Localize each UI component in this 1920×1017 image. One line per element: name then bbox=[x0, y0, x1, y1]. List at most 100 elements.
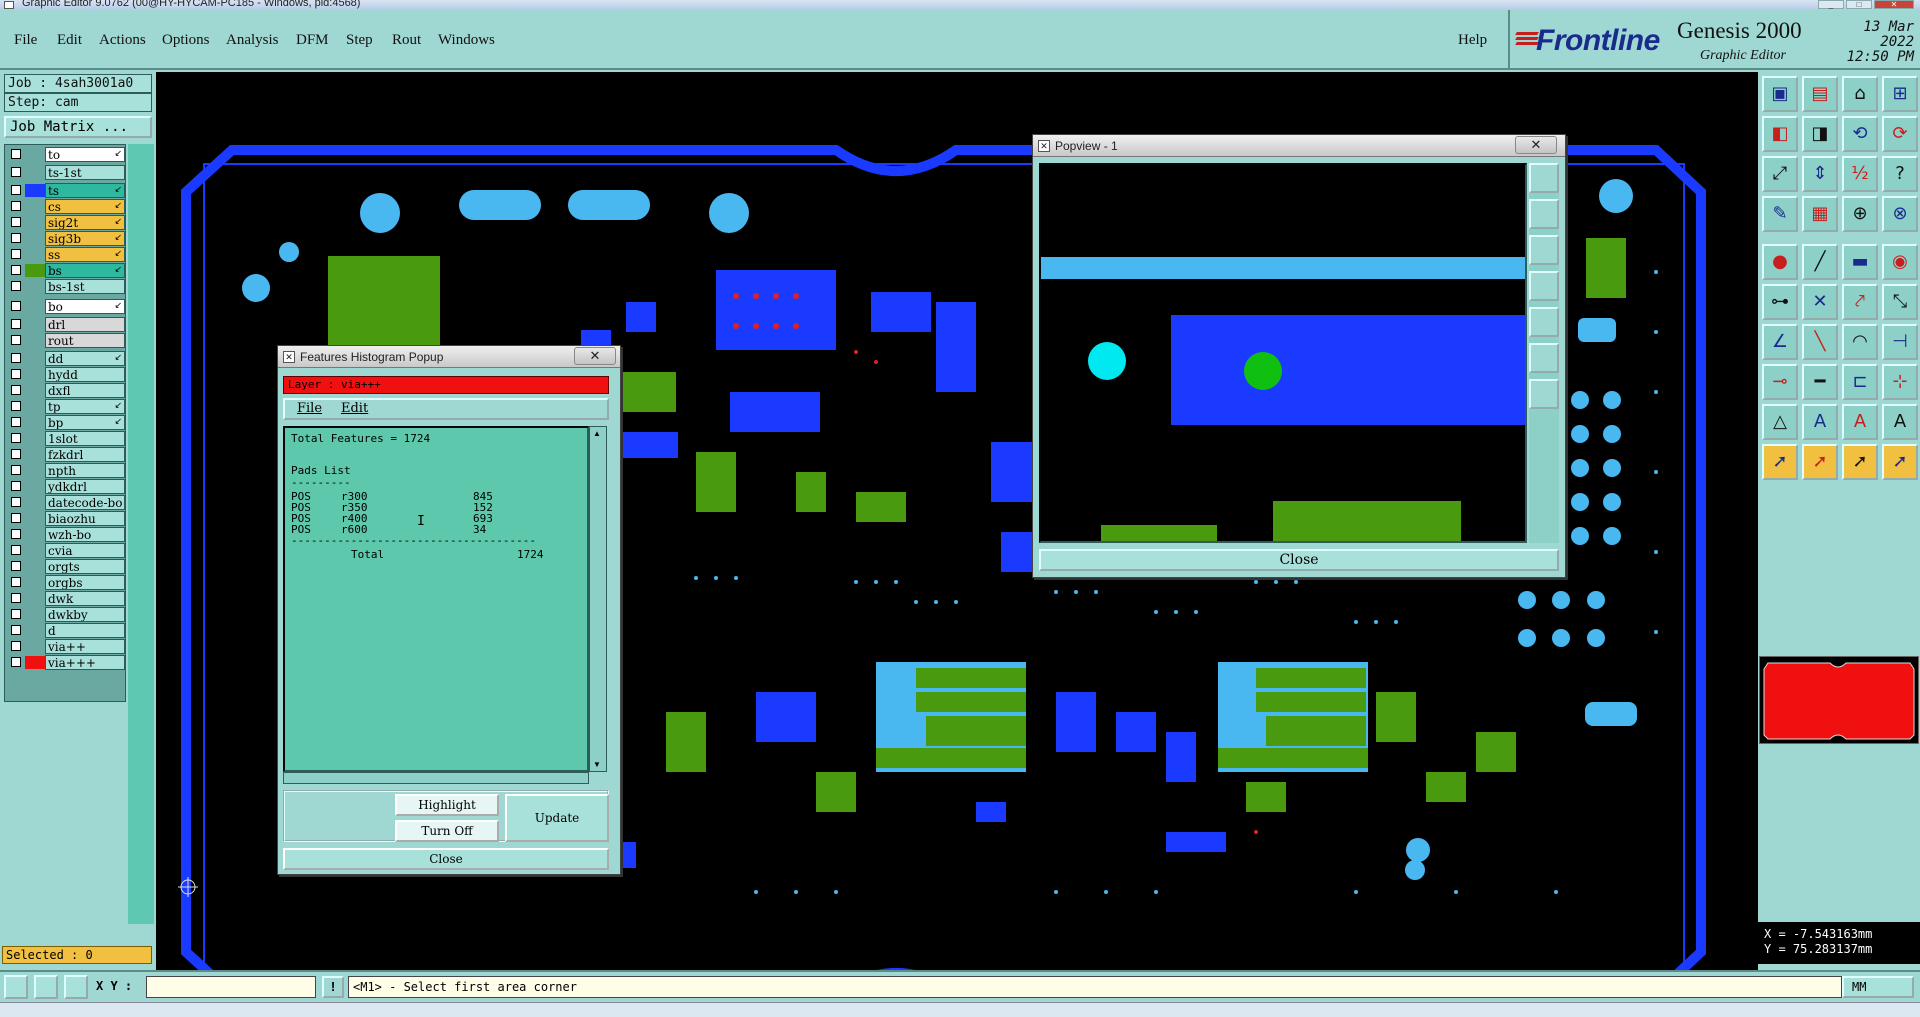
layer-name[interactable]: via++ bbox=[45, 639, 125, 654]
layer-checkbox[interactable] bbox=[11, 265, 21, 275]
zoom-back-icon[interactable]: ⟲ bbox=[1842, 116, 1878, 152]
layer-checkbox[interactable] bbox=[11, 353, 21, 363]
layer-name[interactable]: d bbox=[45, 623, 125, 638]
layer-checkbox[interactable] bbox=[11, 609, 21, 619]
dialog-title-bar[interactable]: ✕ Features Histogram Popup ✕ bbox=[278, 346, 620, 368]
fit-height-icon[interactable]: ⇕ bbox=[1802, 156, 1838, 192]
maximize-button[interactable]: □ bbox=[1846, 0, 1872, 9]
window-icon[interactable]: ⊞ bbox=[1882, 76, 1918, 112]
menu-step[interactable]: Step bbox=[346, 32, 373, 49]
cross-icon[interactable]: ✕ bbox=[1802, 284, 1838, 320]
text-a-icon[interactable]: A bbox=[1802, 404, 1838, 440]
layer-arrow-icon[interactable]: ↙ bbox=[114, 232, 122, 243]
report-vertical-scrollbar[interactable]: ▲ ▼ bbox=[589, 426, 607, 772]
zoom-in-icon[interactable] bbox=[1529, 199, 1559, 229]
grid-view-icon[interactable]: ▦ bbox=[1802, 196, 1838, 232]
layer-name[interactable]: bs bbox=[45, 263, 125, 278]
dialog-close-x[interactable]: ✕ bbox=[574, 347, 616, 365]
layer-name[interactable]: drl bbox=[45, 317, 125, 332]
layer-row[interactable]: bs ↙ bbox=[7, 263, 125, 278]
layer-arrow-icon[interactable]: ↙ bbox=[114, 400, 122, 411]
layer-arrow-icon[interactable]: ↙ bbox=[114, 300, 122, 311]
pan-left-icon[interactable]: ◧ bbox=[1762, 116, 1798, 152]
menu-rout[interactable]: Rout bbox=[392, 32, 421, 49]
layer-row[interactable]: d bbox=[7, 623, 125, 638]
report-horizontal-scrollbar[interactable] bbox=[283, 772, 589, 784]
help-icon[interactable]: ? bbox=[1882, 156, 1918, 192]
layer-arrow-icon[interactable]: ↙ bbox=[114, 216, 122, 227]
layer-row[interactable]: dd ↙ bbox=[7, 351, 125, 366]
layer-name[interactable]: ts-1st bbox=[45, 165, 125, 180]
layer-row[interactable]: dwk bbox=[7, 591, 125, 606]
layer-name[interactable]: hydd bbox=[45, 367, 125, 382]
zoom-home-icon[interactable]: ▣ bbox=[1762, 76, 1798, 112]
text-a2-icon[interactable]: A bbox=[1842, 404, 1878, 440]
layer-arrow-icon[interactable]: ↙ bbox=[114, 352, 122, 363]
layer-checkbox[interactable] bbox=[11, 417, 21, 427]
fit-screen-icon[interactable]: ⤢ bbox=[1762, 156, 1798, 192]
layer-checkbox[interactable] bbox=[11, 625, 21, 635]
job-matrix-button[interactable]: Job Matrix ... bbox=[4, 116, 152, 138]
layer-row[interactable]: via++ bbox=[7, 639, 125, 654]
layer-name[interactable]: orgbs bbox=[45, 575, 125, 590]
layer-name[interactable]: dxfl bbox=[45, 383, 125, 398]
snap-pads-icon[interactable]: ⊕ bbox=[1842, 196, 1878, 232]
snap-icon[interactable] bbox=[4, 975, 28, 999]
close-window-button[interactable]: ✕ bbox=[1874, 0, 1914, 9]
layer-name[interactable]: ss bbox=[45, 247, 125, 262]
arc-icon[interactable]: ◠ bbox=[1842, 324, 1878, 360]
layer-row[interactable]: to ↙ bbox=[7, 147, 125, 162]
zoom-in-icon[interactable]: ▤ bbox=[1802, 76, 1838, 112]
zoom-area-icon[interactable] bbox=[1529, 379, 1559, 409]
layer-arrow-icon[interactable]: ↙ bbox=[114, 148, 122, 159]
menu-windows[interactable]: Windows bbox=[438, 32, 495, 49]
layer-row[interactable]: hydd bbox=[7, 367, 125, 382]
connect-icon[interactable]: ⊶ bbox=[1762, 284, 1798, 320]
layer-checkbox[interactable] bbox=[11, 185, 21, 195]
menu-file[interactable]: File bbox=[14, 32, 37, 49]
layer-checkbox[interactable] bbox=[11, 401, 21, 411]
layer-checkbox[interactable] bbox=[11, 529, 21, 539]
layer-checkbox[interactable] bbox=[11, 167, 21, 177]
layer-row[interactable]: sig3b ↙ bbox=[7, 231, 125, 246]
layer-row[interactable]: orgbs bbox=[7, 575, 125, 590]
layer-arrow-icon[interactable]: ↙ bbox=[114, 200, 122, 211]
layer-row[interactable]: fzkdrl bbox=[7, 447, 125, 462]
layer-name[interactable]: orgts bbox=[45, 559, 125, 574]
fit-icon[interactable] bbox=[1529, 343, 1559, 373]
layer-name[interactable]: via+++ bbox=[45, 655, 125, 670]
scale-icon[interactable]: ½ bbox=[1842, 156, 1878, 192]
layer-checkbox[interactable] bbox=[11, 335, 21, 345]
exclamation-button[interactable]: ! bbox=[322, 976, 344, 998]
layer-name[interactable]: biaozhu bbox=[45, 511, 125, 526]
layer-checkbox[interactable] bbox=[11, 281, 21, 291]
ruler-icon[interactable]: ▬ bbox=[1842, 244, 1878, 280]
trace-icon[interactable]: ━ bbox=[1802, 364, 1838, 400]
grid-icon[interactable] bbox=[64, 975, 88, 999]
popview-canvas[interactable] bbox=[1039, 163, 1527, 543]
layer-name[interactable]: tp bbox=[45, 399, 125, 414]
layer-name[interactable]: sig3b bbox=[45, 231, 125, 246]
route-icon[interactable]: ⤤ bbox=[1842, 284, 1878, 320]
menu-edit[interactable]: Edit bbox=[57, 32, 82, 49]
layer-checkbox[interactable] bbox=[11, 301, 21, 311]
popview-title-bar[interactable]: ✕ Popview - 1 ✕ bbox=[1033, 135, 1565, 157]
layer-checkbox[interactable] bbox=[11, 545, 21, 555]
pan-right-icon[interactable] bbox=[1529, 307, 1559, 337]
select-icon[interactable]: ● bbox=[1762, 244, 1798, 280]
layer-arrow-icon[interactable]: ↙ bbox=[114, 264, 122, 275]
layer-checkbox[interactable] bbox=[11, 217, 21, 227]
net-icon[interactable]: ⊸ bbox=[1762, 364, 1798, 400]
minimize-button[interactable]: _ bbox=[1818, 0, 1844, 9]
layer-name[interactable]: wzh-bo bbox=[45, 527, 125, 542]
menu-options[interactable]: Options bbox=[162, 32, 210, 49]
histogram-close-button[interactable]: Close bbox=[283, 848, 609, 870]
layer-name[interactable]: dd bbox=[45, 351, 125, 366]
turn-off-button[interactable]: Turn Off bbox=[395, 820, 499, 842]
layer-checkbox[interactable] bbox=[11, 561, 21, 571]
layer-row[interactable]: npth bbox=[7, 463, 125, 478]
dialog-menu-file[interactable]: File bbox=[297, 400, 322, 418]
menu-analysis[interactable]: Analysis bbox=[226, 32, 279, 49]
layer-row[interactable]: cs ↙ bbox=[7, 199, 125, 214]
layer-name[interactable]: 1slot bbox=[45, 431, 125, 446]
